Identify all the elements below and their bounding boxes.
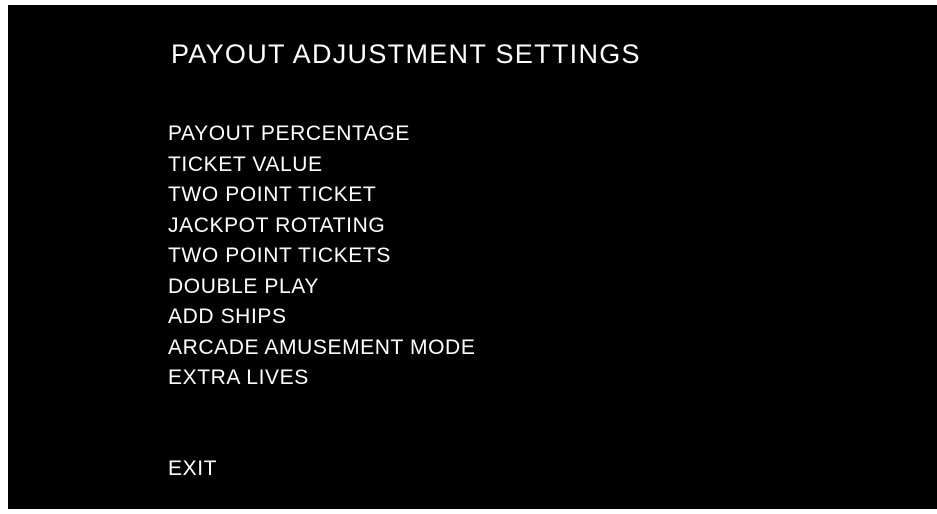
settings-menu: PAYOUT PERCENTAGE TICKET VALUE TWO POINT… [168, 119, 475, 394]
menu-item-exit[interactable]: EXIT [168, 454, 217, 484]
menu-item-two-point-ticket[interactable]: TWO POINT TICKET [168, 180, 475, 211]
page-title: PAYOUT ADJUSTMENT SETTINGS [171, 39, 641, 69]
menu-item-payout-percentage[interactable]: PAYOUT PERCENTAGE [168, 119, 475, 150]
menu-item-double-play[interactable]: DOUBLE PLAY [168, 272, 475, 303]
menu-item-arcade-amusement-mode[interactable]: ARCADE AMUSEMENT MODE [168, 333, 475, 364]
menu-item-add-ships[interactable]: ADD SHIPS [168, 302, 475, 333]
settings-screen: PAYOUT ADJUSTMENT SETTINGS PAYOUT PERCEN… [8, 5, 937, 509]
menu-item-two-point-tickets[interactable]: TWO POINT TICKETS [168, 241, 475, 272]
menu-item-extra-lives[interactable]: EXTRA LIVES [168, 363, 475, 394]
menu-item-ticket-value[interactable]: TICKET VALUE [168, 150, 475, 181]
menu-item-jackpot-rotating[interactable]: JACKPOT ROTATING [168, 211, 475, 242]
